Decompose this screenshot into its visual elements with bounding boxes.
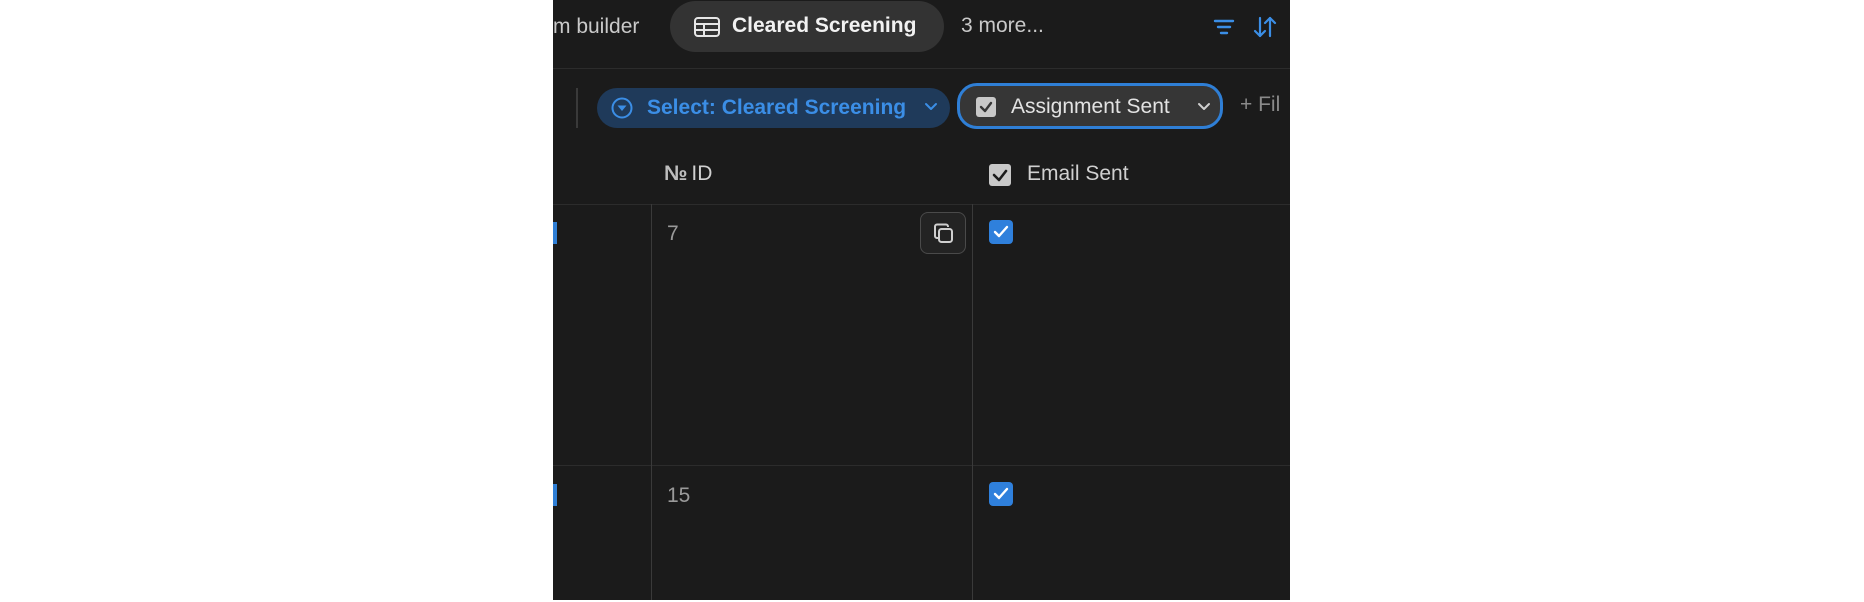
app-window: m builder Cleared Screening 3 more... Se… — [553, 0, 1290, 600]
assignment-sent-label: Assignment Sent — [1011, 95, 1170, 118]
email-sent-checkbox[interactable] — [989, 220, 1013, 244]
filter-circle-icon — [611, 97, 633, 119]
more-tabs-button[interactable]: 3 more... — [961, 14, 1044, 38]
assignment-sent-filter-chip[interactable]: Assignment Sent — [957, 83, 1223, 129]
id-cell[interactable]: 7 — [667, 222, 679, 246]
header-divider — [553, 204, 1290, 205]
filter-divider — [576, 88, 578, 128]
column-header-label: Email Sent — [1027, 162, 1129, 185]
id-cell[interactable]: 15 — [667, 484, 690, 508]
checkmark-icon — [993, 487, 1009, 500]
copy-button[interactable] — [920, 212, 966, 254]
tab-cleared-screening[interactable]: Cleared Screening — [670, 1, 944, 52]
add-filter-button[interactable]: + Fil — [1240, 93, 1280, 117]
select-filter-chip[interactable]: Select: Cleared Screening — [597, 88, 950, 128]
divider — [553, 68, 1290, 69]
email-sent-checkbox[interactable] — [989, 482, 1013, 506]
number-sign-icon: № — [664, 162, 688, 185]
column-divider — [651, 204, 652, 600]
column-header-id[interactable]: № ID — [664, 162, 712, 186]
select-filter-label: Select: Cleared Screening — [647, 96, 907, 119]
view-tab-bar: m builder Cleared Screening 3 more... — [553, 0, 1290, 62]
row-selection-indicator — [553, 222, 557, 244]
chevron-down-icon — [1198, 103, 1210, 110]
row-selection-indicator — [553, 484, 557, 506]
sort-icon[interactable] — [1253, 16, 1277, 38]
checkmark-icon — [993, 225, 1009, 238]
tab-form-builder[interactable]: m builder — [553, 14, 639, 40]
table-icon — [694, 17, 720, 37]
row-divider — [553, 465, 1290, 466]
checkbox-icon — [989, 164, 1011, 186]
copy-icon — [934, 223, 953, 243]
filter-icon[interactable] — [1213, 18, 1235, 36]
checkbox-icon — [976, 97, 996, 117]
column-header-label: ID — [691, 162, 713, 185]
tab-label: Cleared Screening — [732, 14, 917, 37]
column-divider — [972, 204, 973, 600]
chevron-down-icon — [925, 103, 937, 110]
